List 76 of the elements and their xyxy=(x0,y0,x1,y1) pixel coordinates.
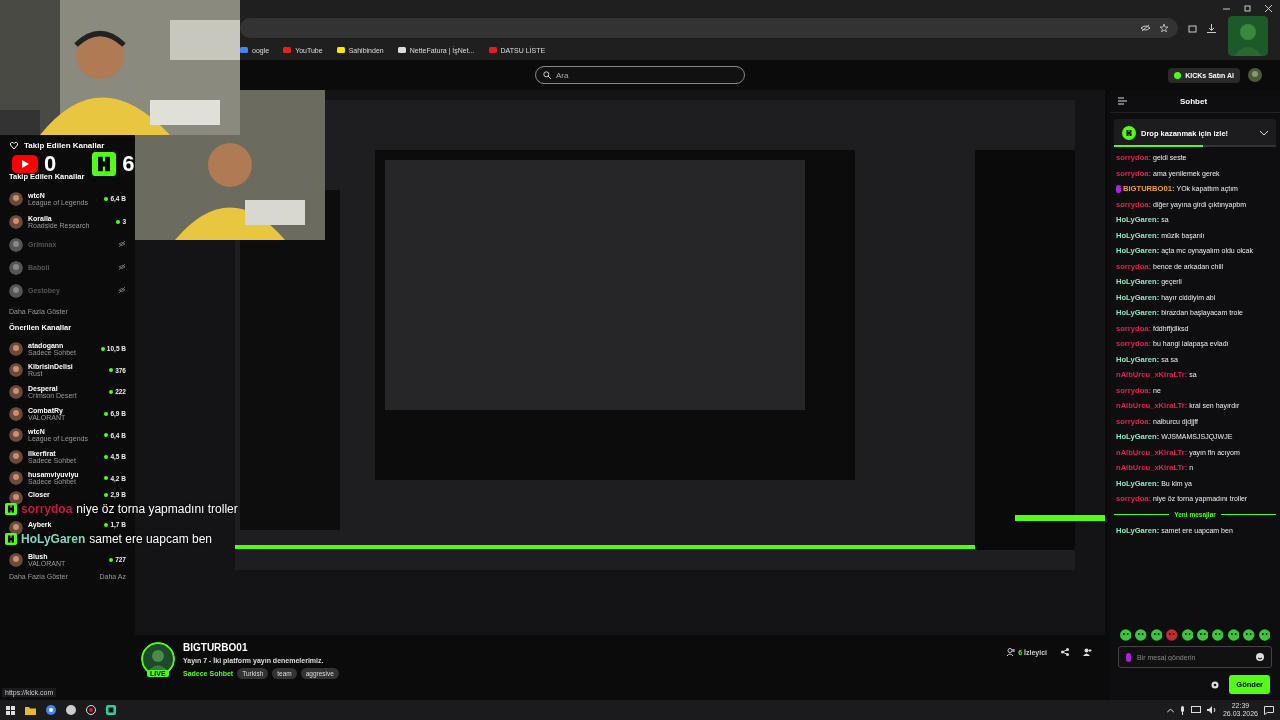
record-app-icon xyxy=(86,705,96,715)
channel-avatar-icon xyxy=(9,363,23,378)
overlay-title: Takip Edilen Kanallar xyxy=(24,141,105,150)
overlay-message: niye öz torna yapmadını troller xyxy=(76,502,238,516)
chevron-up-icon xyxy=(1166,707,1174,713)
emote-icon xyxy=(1150,629,1163,641)
channel-avatar-icon xyxy=(9,214,23,229)
microphone-icon xyxy=(1179,705,1185,715)
eye-slash-icon xyxy=(1141,24,1150,32)
channel-avatar-icon xyxy=(9,341,23,356)
offline-icon xyxy=(118,263,126,271)
follow-user-icon xyxy=(1083,648,1092,656)
chevron-down-icon xyxy=(1260,130,1268,136)
bookmark-icon xyxy=(488,46,497,54)
emoji-icon xyxy=(1256,653,1264,661)
channel-avatar-icon xyxy=(9,283,23,298)
overlay-message: samet ere uapcam ben xyxy=(89,532,212,546)
youtube-icon xyxy=(12,155,38,173)
settings-icon xyxy=(1211,680,1220,689)
heart-icon xyxy=(10,142,18,149)
browser-icon xyxy=(46,705,56,715)
bookmark-icon xyxy=(336,46,345,54)
search-icon xyxy=(543,71,551,79)
emote-icon xyxy=(1227,629,1240,641)
speaker-icon xyxy=(1206,706,1217,714)
folder-icon xyxy=(25,705,36,715)
emote-icon xyxy=(1212,629,1224,641)
app-icon xyxy=(66,705,76,715)
kick-app-icon xyxy=(106,705,116,715)
profile-avatar-icon xyxy=(1228,16,1268,56)
emote-icon xyxy=(1197,629,1209,641)
offline-icon xyxy=(118,286,126,294)
emote-icon xyxy=(1258,629,1271,641)
channel-avatar-icon xyxy=(9,260,23,275)
channel-avatar-icon xyxy=(9,385,23,399)
kick-logo-icon xyxy=(1122,126,1136,140)
chat-title: Sohbet xyxy=(1178,96,1209,106)
channel-avatar-icon xyxy=(9,406,23,421)
channel-avatar-icon xyxy=(9,237,23,252)
user-avatar-icon xyxy=(1248,68,1262,82)
search-field[interactable]: Ara xyxy=(535,66,745,84)
kick-logo-icon xyxy=(92,152,117,176)
emote-icon xyxy=(1120,629,1132,641)
streamer-name[interactable]: BIGTURBO01 xyxy=(183,642,1000,653)
notifications-icon xyxy=(1264,705,1274,715)
viewers-icon xyxy=(1007,648,1017,656)
overlay-username: sorrydoa xyxy=(21,502,73,516)
channel-avatar-icon xyxy=(9,471,23,486)
close-icon xyxy=(1265,4,1272,12)
windows-start-icon xyxy=(6,705,15,715)
bookmark-icon xyxy=(397,46,406,54)
channel-avatar-icon xyxy=(9,191,23,206)
bookmark-icon xyxy=(240,46,248,54)
collapse-chat-icon xyxy=(1118,97,1127,105)
channel-avatar-icon xyxy=(9,449,23,464)
channel-avatar-icon xyxy=(9,552,23,567)
kick-coin-icon xyxy=(1174,71,1182,79)
offline-icon xyxy=(118,240,126,248)
bookmark-icon xyxy=(283,46,292,54)
kick-logo-icon xyxy=(5,503,17,515)
follower-count: 0 xyxy=(44,154,57,174)
restore-icon xyxy=(1244,4,1251,12)
download-icon xyxy=(1207,23,1216,33)
emote-icon xyxy=(1181,629,1194,641)
channel-avatar-icon xyxy=(9,428,23,443)
emote-icon xyxy=(1166,629,1178,641)
address-bar[interactable] xyxy=(240,18,1178,38)
kick-logo-icon xyxy=(5,533,17,545)
share-icon xyxy=(1061,648,1069,656)
emote-icon xyxy=(1135,629,1147,641)
microphone-badge-icon xyxy=(1116,184,1121,193)
emote-icon xyxy=(1243,629,1255,641)
overlay-username: HoLyGaren xyxy=(21,532,86,546)
microphone-icon xyxy=(1126,652,1131,662)
star-icon xyxy=(1160,24,1168,32)
follower-count: 6 xyxy=(122,154,135,174)
